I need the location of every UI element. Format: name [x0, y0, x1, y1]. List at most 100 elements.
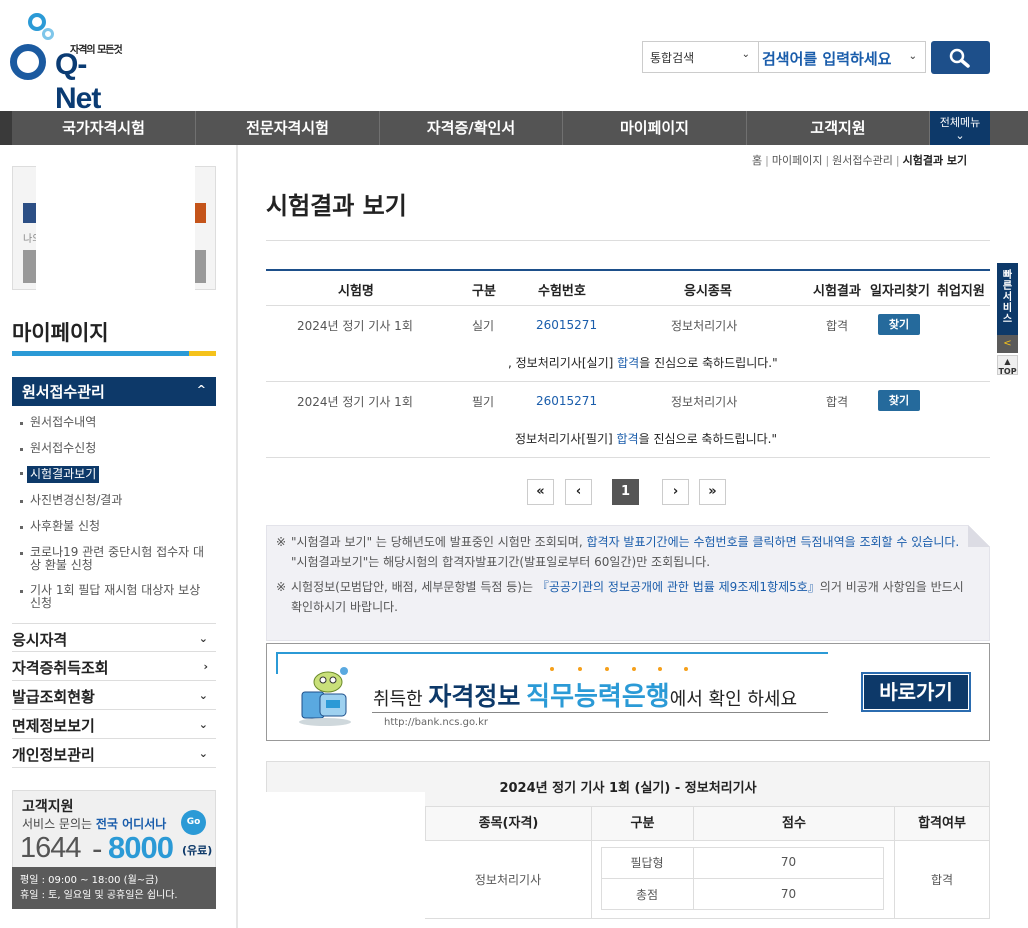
detail-header-pass: 합격여부: [894, 807, 990, 841]
column-divider: [591, 841, 592, 919]
table-top-border: [266, 269, 990, 271]
search-scope-select[interactable]: 통합검색 ⌄: [642, 41, 759, 73]
chevron-up-icon: ^: [196, 383, 206, 396]
sidebar-menu-exemption[interactable]: 면제정보보기 ⌄: [12, 710, 216, 739]
chevron-down-icon: ⌄: [198, 747, 208, 760]
find-job-button[interactable]: 찾기: [878, 314, 920, 335]
logo-ring-small-icon: [42, 28, 54, 40]
sidebar-menu-issue-status[interactable]: 발급조회현황 ⌄: [12, 681, 216, 710]
banner-dot: [550, 667, 554, 671]
sidebar-menu-label: 자격증취득조회: [12, 659, 109, 677]
sidebar-title-bar: [12, 351, 189, 356]
sidebar-menu-cert-lookup[interactable]: 자격증취득조회 ›: [12, 652, 216, 681]
sidebar-menu-personal-info[interactable]: 개인정보관리 ⌄: [12, 739, 216, 768]
breadcrumb-application[interactable]: 원서접수관리: [832, 154, 893, 167]
chevron-down-icon: ⌄: [198, 689, 208, 702]
cell-number-link[interactable]: 26015271: [536, 394, 597, 408]
pagination-page-1[interactable]: 1: [612, 479, 639, 505]
search-scope-label: 통합검색: [650, 51, 695, 65]
pagination-prev-button[interactable]: ‹: [565, 479, 592, 505]
search-icon: [949, 48, 970, 68]
cell-exam: 2024년 정기 기사 1회: [297, 319, 413, 333]
sidebar-sub-photo-change[interactable]: 사진변경신청/결과: [20, 494, 122, 507]
sidebar-sub-refund[interactable]: 사후환불 신청: [20, 520, 100, 533]
find-job-button[interactable]: 찾기: [878, 390, 920, 411]
banner-dot: [578, 667, 582, 671]
scroll-top-label: TOP: [998, 367, 1017, 376]
row-divider: [266, 457, 990, 458]
cs-hours: 평일 : 09:00 ~ 18:00 (월~금) 휴일 : 토, 일요일 및 공…: [12, 867, 216, 909]
sidebar-menu-eligibility[interactable]: 응시자격 ⌄: [12, 623, 216, 652]
cell-subject: 정보처리기사: [671, 319, 738, 333]
bullet-icon: [20, 422, 23, 425]
logo[interactable]: 자격의 모든것 Q-Net: [0, 0, 130, 115]
chevron-down-icon: ⌄: [741, 49, 750, 60]
pagination-next-button[interactable]: ›: [662, 479, 689, 505]
congrats-text-end: 을 진심으로 축하드립니다.": [639, 356, 778, 370]
cs-desc-highlight: 전국 어디서나: [95, 817, 167, 831]
banner-text-post: 에서 확인 하세요: [669, 689, 798, 710]
sidebar-sub-exam-result[interactable]: 시험결과보기: [20, 466, 100, 483]
notice-text: 시험정보(모범답안, 배점, 세부문항별 득점 등)는 『공공기관의 정보공개에…: [276, 577, 966, 617]
nav-item-certificate[interactable]: 자격증/확인서: [380, 111, 563, 145]
quick-service-label: 빠른서비스: [1002, 270, 1013, 325]
sidebar-sub-application-request[interactable]: 원서접수신청: [20, 442, 96, 455]
column-header-employment: 취업지원: [937, 284, 985, 299]
sidebar-section-application[interactable]: 원서접수관리 ^: [12, 377, 216, 406]
detail-header-score: 점수: [693, 807, 894, 841]
chevron-down-icon: ⌄: [198, 718, 208, 731]
congrats-message: 정보처리기사[필기] 합격을 진심으로 축하드립니다.": [515, 430, 777, 447]
breadcrumb-mypage[interactable]: 마이페이지: [772, 154, 823, 167]
nav-item-support[interactable]: 고객지원: [747, 111, 930, 145]
congrats-pass: 합격: [617, 356, 640, 370]
banner-text-cert: 자격정보: [428, 682, 521, 711]
chevron-right-icon: ›: [203, 660, 208, 673]
bullet-icon: [20, 590, 23, 593]
scroll-top-button[interactable]: ▲ TOP: [997, 355, 1018, 376]
banner-dot: [658, 667, 662, 671]
notice-highlight: 합격자 발표기간에는 수험번호를 클릭하면 득점내역을 조회할 수 있습니다.: [586, 535, 960, 549]
detail-header-subject: 종목(자격): [425, 807, 591, 841]
title-divider: [266, 240, 990, 241]
banner-text-pre: 취득한: [373, 689, 429, 710]
cell-result: 합격: [826, 395, 849, 409]
cell-number-link[interactable]: 26015271: [536, 318, 597, 332]
banner-go-button[interactable]: 바로가기: [861, 672, 971, 712]
pagination-first-button[interactable]: «: [527, 479, 554, 505]
search-button[interactable]: [931, 41, 990, 74]
sidebar-sub-retest-compensation[interactable]: 기사 1회 필답 재시험 대상자 보상 신청: [20, 584, 205, 610]
pagination-last-button[interactable]: »: [699, 479, 726, 505]
nav-item-national-exam[interactable]: 국가자격시험: [12, 111, 196, 145]
column-header-type: 구분: [472, 284, 496, 299]
detail-score: 70: [780, 887, 797, 901]
notice-item-2: ※ 시험정보(모범답안, 배점, 세부문항별 득점 등)는 『공공기관의 정보공…: [276, 577, 966, 617]
notice-highlight: 『공공기관의 정보공개에 관한 법률 제9조제1항제5호』: [536, 580, 820, 594]
search-placeholder: 검색어를 입력하세요: [762, 50, 892, 68]
chevron-down-icon: ⌄: [908, 51, 917, 62]
column-header-jobs: 일자리찾기: [870, 284, 930, 299]
cs-paid-label: (유료): [182, 844, 213, 857]
banner-underline: [372, 712, 828, 713]
search-input[interactable]: 검색어를 입력하세요 ⌄: [759, 41, 926, 73]
mascot-icon: [299, 667, 351, 726]
nav-item-mypage[interactable]: 마이페이지: [563, 111, 747, 145]
sidebar-menu-label: 개인정보관리: [12, 746, 95, 764]
detail-type: 총점: [635, 888, 659, 902]
breadcrumb-home[interactable]: 홈: [752, 154, 762, 167]
nav-item-professional-exam[interactable]: 전문자격시험: [196, 111, 380, 145]
column-header-number: 수험번호: [538, 284, 586, 299]
congrats-message: , 정보처리기사[실기] 합격을 진심으로 축하드립니다.": [508, 354, 778, 371]
detail-subject: 정보처리기사: [474, 873, 542, 887]
redacted-area: [453, 334, 510, 388]
detail-type: 필답형: [630, 856, 664, 870]
detail-score: 70: [780, 855, 797, 869]
cell-type: 실기: [472, 319, 495, 333]
notice-text-part: "시험결과보기"는 해당시험의 합격자발표기간(발표일로부터 60일간)만 조회…: [291, 555, 711, 569]
cs-go-button[interactable]: Go: [181, 810, 206, 835]
sidebar-sub-application-history[interactable]: 원서접수내역: [20, 416, 96, 429]
cell-subject: 정보처리기사: [671, 395, 738, 409]
sidebar-sub-covid-refund[interactable]: 코로나19 관련 중단시험 접수자 대상 환불 신청: [20, 546, 205, 572]
chevron-left-icon[interactable]: <: [997, 335, 1018, 353]
all-menu-button[interactable]: 전체메뉴 ⌄: [930, 111, 990, 145]
breadcrumb-separator: |: [825, 154, 830, 167]
